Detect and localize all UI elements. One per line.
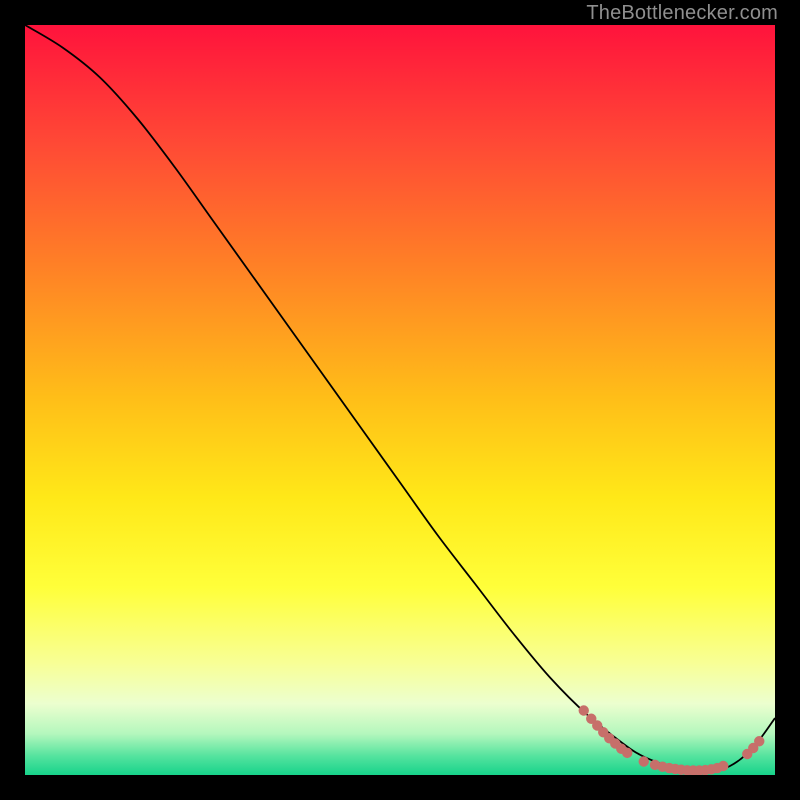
- highlight-dot: [754, 736, 764, 746]
- attribution-text: TheBottlenecker.com: [586, 2, 778, 25]
- gradient-background: [25, 25, 775, 775]
- chart-container: TheBottlenecker.com: [0, 0, 800, 800]
- highlight-dot: [639, 756, 649, 766]
- highlight-dot: [579, 705, 589, 715]
- highlight-dot: [718, 761, 728, 771]
- highlight-dot: [622, 748, 632, 758]
- chart-svg: [25, 25, 775, 775]
- plot-area: [25, 25, 775, 775]
